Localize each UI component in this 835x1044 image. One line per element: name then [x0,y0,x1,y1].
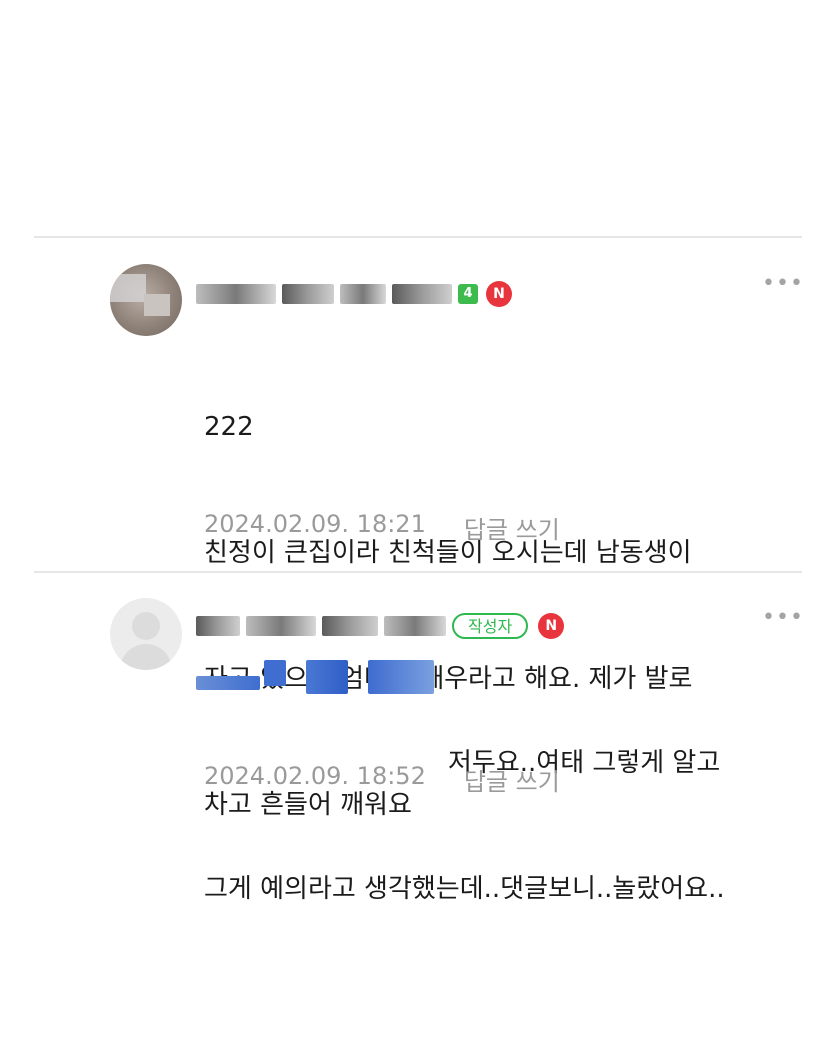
blurred-nickname [282,284,334,304]
comment-body: 저두요..여태 그렇게 알고 그게 예의라고 생각했는데..댓글보니..놀랐어요… [204,658,814,994]
reply-button[interactable]: 답글 쓰기 [464,762,560,797]
divider-top [34,236,802,238]
divider-middle [34,571,802,573]
comment-meta: 2024.02.09. 18:52 답글 쓰기 [204,762,560,797]
more-dots-icon[interactable]: ••• [762,607,803,632]
author-row[interactable]: 4 N [196,274,512,314]
avatar[interactable] [110,264,182,336]
timestamp: 2024.02.09. 18:21 [204,510,426,538]
comment-meta: 2024.02.09. 18:21 답글 쓰기 [204,510,560,545]
new-badge: N [486,281,512,307]
level-badge: 4 [458,284,478,304]
avatar[interactable] [110,598,182,670]
comment-line: 그게 예의라고 생각했는데..댓글보니..놀랐어요.. [204,874,725,904]
more-dots-icon[interactable]: ••• [762,273,803,298]
blurred-nickname [392,284,452,304]
writer-badge: 작성자 [452,613,529,639]
comment-line: 222 [204,412,254,442]
blurred-nickname [246,616,316,636]
timestamp: 2024.02.09. 18:52 [204,762,426,790]
blurred-nickname [384,616,446,636]
reply-button[interactable]: 답글 쓰기 [464,510,560,545]
author-row[interactable]: 작성자 N [196,606,565,646]
new-badge: N [538,613,565,639]
blurred-nickname [322,616,378,636]
blurred-nickname [196,616,240,636]
blurred-nickname [340,284,386,304]
blurred-nickname [196,284,276,304]
